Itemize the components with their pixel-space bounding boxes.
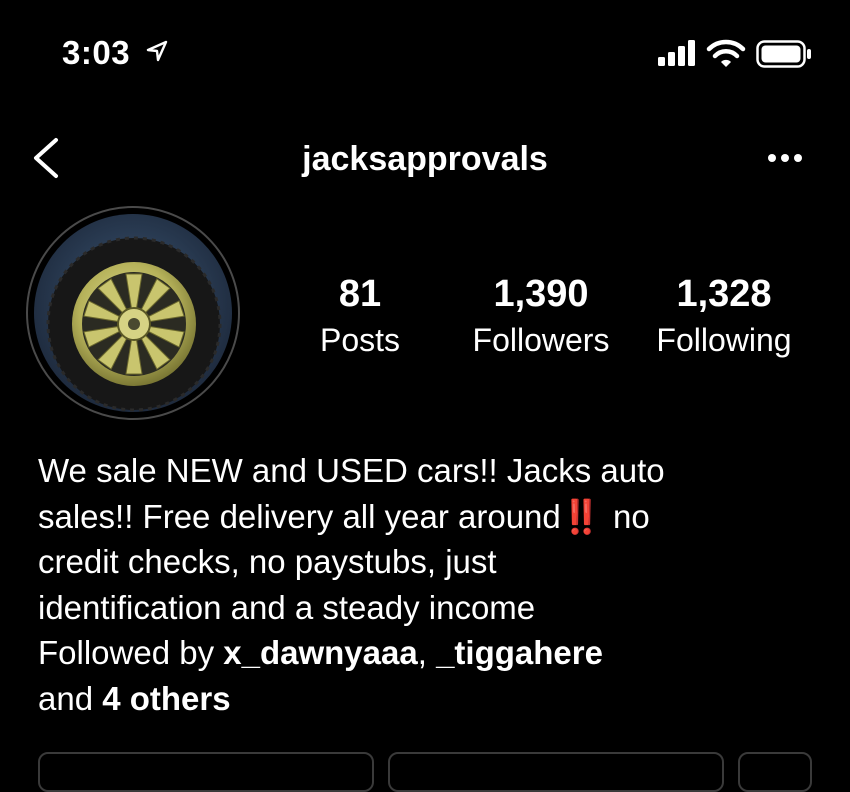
followed-by[interactable]: Followed by x_dawnyaaa, _tiggahere (38, 630, 828, 676)
profile-header: jacksapprovals (0, 120, 850, 200)
status-bar: 3:03 (0, 0, 850, 110)
stat-followers[interactable]: 1,390 Followers (456, 272, 626, 360)
followed-by-user-1[interactable]: x_dawnyaaa (223, 634, 417, 671)
bio-line-4: identification and a steady income (38, 588, 536, 626)
battery-icon (756, 40, 811, 68)
suggested-accounts-button[interactable] (738, 752, 812, 792)
followed-by-sep: , (417, 634, 437, 671)
bio-line-1: We sale NEW and USED cars!! Jacks auto (38, 452, 665, 489)
double-exclamation-icon: ‼️ (560, 497, 604, 535)
followed-by-prefix: Followed by (38, 634, 224, 671)
car-wheel-icon (34, 214, 232, 412)
wifi-icon (706, 39, 746, 67)
followed-by-user-2[interactable]: _tiggahere (436, 634, 603, 671)
followed-by-others-count[interactable]: 4 others (102, 680, 230, 717)
status-time: 3:03 (62, 34, 131, 71)
stat-posts[interactable]: 81 Posts (300, 272, 420, 360)
followed-by-others[interactable]: and 4 others (38, 676, 828, 722)
following-label: Following (656, 322, 792, 358)
message-button[interactable] (388, 752, 724, 792)
stat-following[interactable]: 1,328 Following (640, 272, 808, 360)
posts-label: Posts (319, 322, 401, 358)
more-options-icon[interactable] (760, 146, 810, 170)
bio-line-2-text: sales!! Free delivery all year around (38, 497, 561, 535)
cellular-signal-icon (658, 40, 695, 66)
bio-line-2: sales!! Free delivery all year around‼️ … (38, 494, 828, 540)
avatar[interactable] (34, 214, 232, 412)
followers-label: Followers (472, 322, 610, 358)
following-count: 1,328 (676, 273, 772, 315)
followers-count: 1,390 (493, 273, 589, 315)
profile-username: jacksapprovals (302, 140, 548, 178)
location-arrow-icon (146, 40, 168, 62)
bio-line-3: credit checks, no paystubs, just (38, 543, 497, 580)
profile-bio: We sale NEW and USED cars!! Jacks auto s… (38, 448, 828, 721)
bio-line-2-end: no (603, 497, 650, 535)
followed-by-and: and (38, 679, 103, 717)
follow-button[interactable] (38, 752, 374, 792)
posts-count: 81 (338, 273, 382, 315)
